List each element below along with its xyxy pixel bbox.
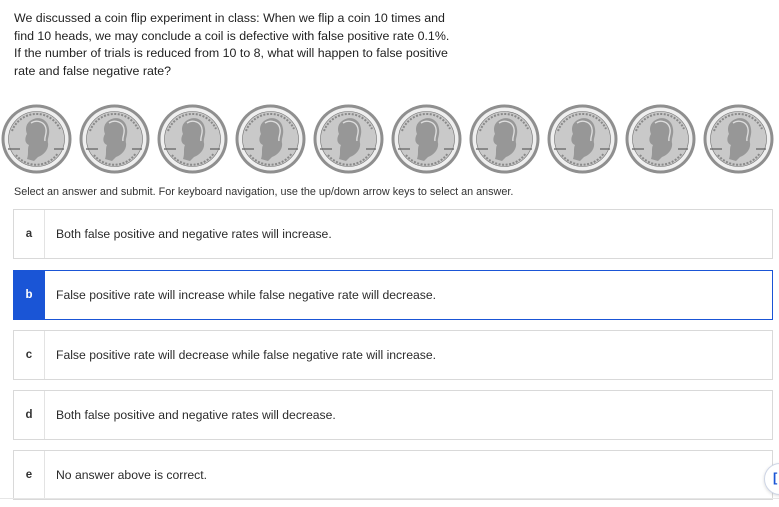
bottom-divider (0, 498, 779, 499)
quarter-coin-icon (546, 103, 619, 175)
coin-image-strip (0, 103, 779, 177)
answer-letter: b (14, 271, 45, 319)
answer-letter: a (14, 210, 45, 258)
quarter-coin-icon (0, 103, 73, 175)
quarter-coin-icon (468, 103, 541, 175)
answer-option-d[interactable]: d Both false positive and negative rates… (13, 390, 773, 440)
question-text: We discussed a coin flip experiment in c… (14, 11, 450, 78)
answer-text: No answer above is correct. (56, 468, 208, 482)
quarter-coin-icon (390, 103, 463, 175)
quarter-coin-icon (624, 103, 697, 175)
answer-option-c[interactable]: c False positive rate will decrease whil… (13, 330, 773, 380)
bracket-icon: [ (773, 470, 778, 485)
answer-text: Both false positive and negative rates w… (56, 408, 336, 422)
answer-option-a[interactable]: a Both false positive and negative rates… (13, 209, 773, 259)
instructions-text: Select an answer and submit. For keyboar… (14, 186, 514, 198)
answer-letter: d (14, 391, 45, 439)
quarter-coin-icon (234, 103, 307, 175)
answer-option-b[interactable]: b False positive rate will increase whil… (13, 270, 773, 320)
answer-text: Both false positive and negative rates w… (56, 227, 332, 241)
quarter-coin-icon (156, 103, 229, 175)
answer-letter: c (14, 331, 45, 379)
quarter-coin-icon (702, 103, 775, 175)
answer-letter: e (14, 451, 45, 499)
quarter-coin-icon (312, 103, 385, 175)
answer-text: False positive rate will decrease while … (56, 348, 437, 362)
answer-text: False positive rate will increase while … (56, 288, 437, 302)
answer-option-e[interactable]: e No answer above is correct. (13, 450, 773, 500)
quarter-coin-icon (78, 103, 151, 175)
